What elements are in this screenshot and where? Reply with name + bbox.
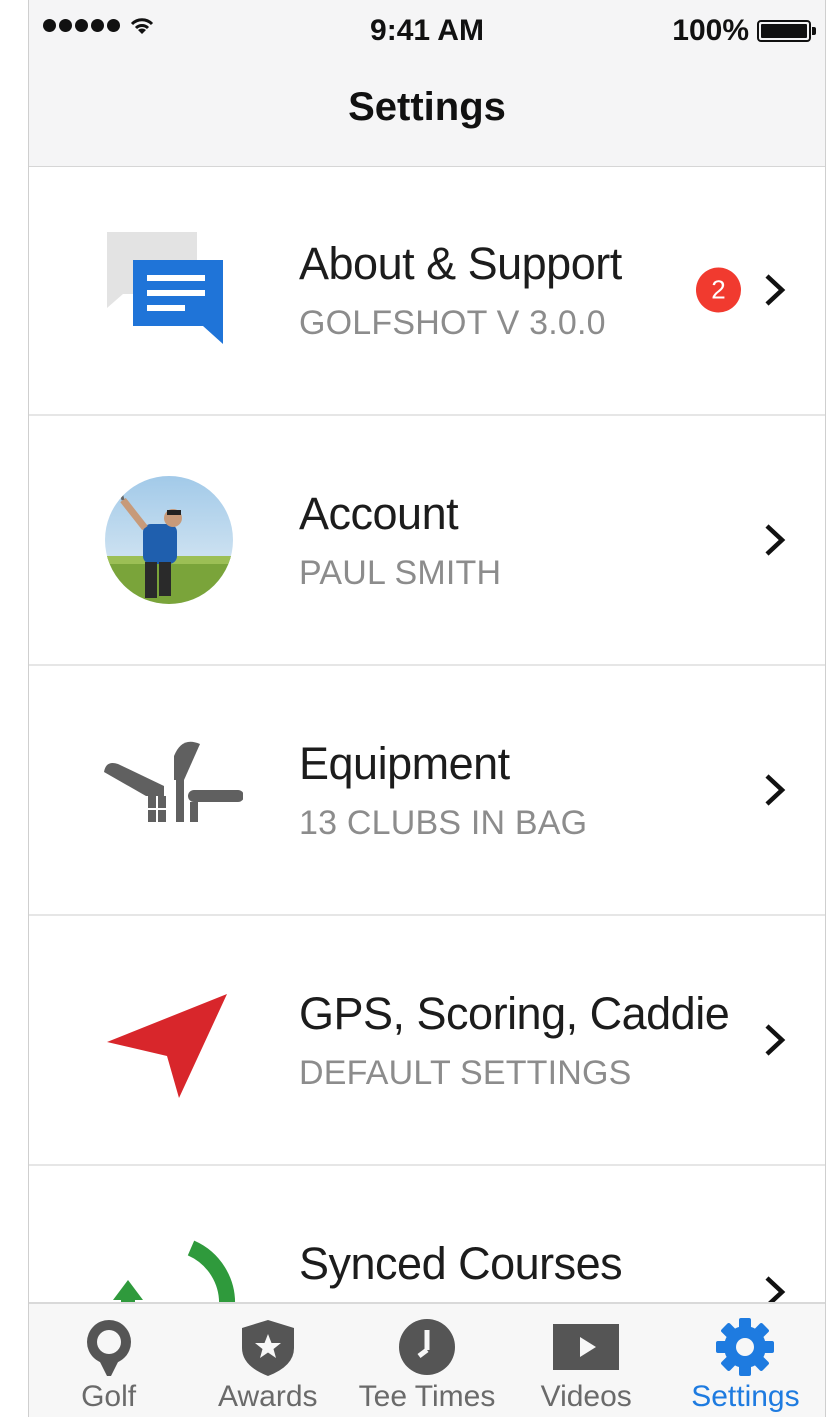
row-texts: About & Support GOLFSHOT V 3.0.0: [299, 238, 622, 343]
row-title: GPS, Scoring, Caddie: [299, 988, 730, 1039]
row-account[interactable]: Account PAUL SMITH: [29, 416, 825, 666]
row-texts: Equipment 13 CLUBS IN BAG: [299, 738, 587, 843]
row-texts: Account PAUL SMITH: [299, 488, 501, 593]
row-subtitle: PAUL SMITH: [299, 554, 502, 592]
tab-tee-times[interactable]: Tee Times: [347, 1304, 506, 1417]
row-gps-scoring-caddie[interactable]: GPS, Scoring, Caddie DEFAULT SETTINGS: [29, 916, 825, 1166]
golf-clubs-icon: [104, 741, 243, 822]
status-bar: 9:41 AM 100%: [29, 10, 825, 54]
top-bar: 9:41 AM 100% Settings: [29, 0, 825, 167]
status-right: 100%: [672, 14, 816, 48]
row-title: Synced Courses: [299, 1238, 623, 1289]
gear-icon: [716, 1318, 775, 1376]
avatar: [105, 476, 233, 604]
row-title: Equipment: [299, 738, 510, 789]
row-texts: GPS, Scoring, Caddie DEFAULT SETTINGS: [299, 988, 730, 1093]
golf-ball-tee-icon: [86, 1320, 131, 1376]
tab-golf[interactable]: Golf: [29, 1304, 188, 1417]
row-about-support[interactable]: About & Support GOLFSHOT V 3.0.0 2: [29, 166, 825, 416]
battery-percent: 100%: [672, 14, 749, 47]
chevron-right-icon: [765, 774, 786, 806]
tab-label: Tee Times: [358, 1380, 496, 1413]
chevron-right-icon: [765, 1024, 786, 1056]
tab-bar: Golf Awards Tee Times Videos Settings: [29, 1302, 825, 1417]
row-title: About & Support: [299, 238, 622, 289]
play-icon: [553, 1324, 620, 1370]
row-subtitle: GOLFSHOT V 3.0.0: [299, 304, 606, 342]
chat-bubbles-icon: [107, 232, 223, 344]
tab-label: Awards: [218, 1380, 318, 1413]
row-texts: Synced Courses: [299, 1238, 623, 1304]
tab-videos[interactable]: Videos: [507, 1304, 666, 1417]
row-title: Account: [299, 488, 459, 539]
shield-star-icon: [241, 1320, 294, 1376]
notification-badge: 2: [696, 267, 741, 313]
tab-label: Videos: [540, 1380, 632, 1413]
chevron-right-icon: [765, 524, 786, 556]
settings-list: About & Support GOLFSHOT V 3.0.0 2 Accou…: [29, 166, 825, 1416]
battery-icon: [757, 20, 816, 42]
page-title: Settings: [348, 85, 506, 129]
row-subtitle: DEFAULT SETTINGS: [299, 1054, 632, 1092]
tab-label: Settings: [691, 1380, 800, 1413]
row-subtitle: 13 CLUBS IN BAG: [299, 804, 588, 842]
clock-icon: [399, 1319, 455, 1375]
tab-label: Golf: [81, 1380, 137, 1413]
row-equipment[interactable]: Equipment 13 CLUBS IN BAG: [29, 666, 825, 916]
tab-awards[interactable]: Awards: [188, 1304, 347, 1417]
location-arrow-icon: [107, 994, 227, 1098]
tab-settings[interactable]: Settings: [666, 1304, 825, 1417]
chevron-right-icon: [765, 274, 786, 306]
settings-screen: 9:41 AM 100% Settings About & Support GO…: [28, 0, 826, 1417]
